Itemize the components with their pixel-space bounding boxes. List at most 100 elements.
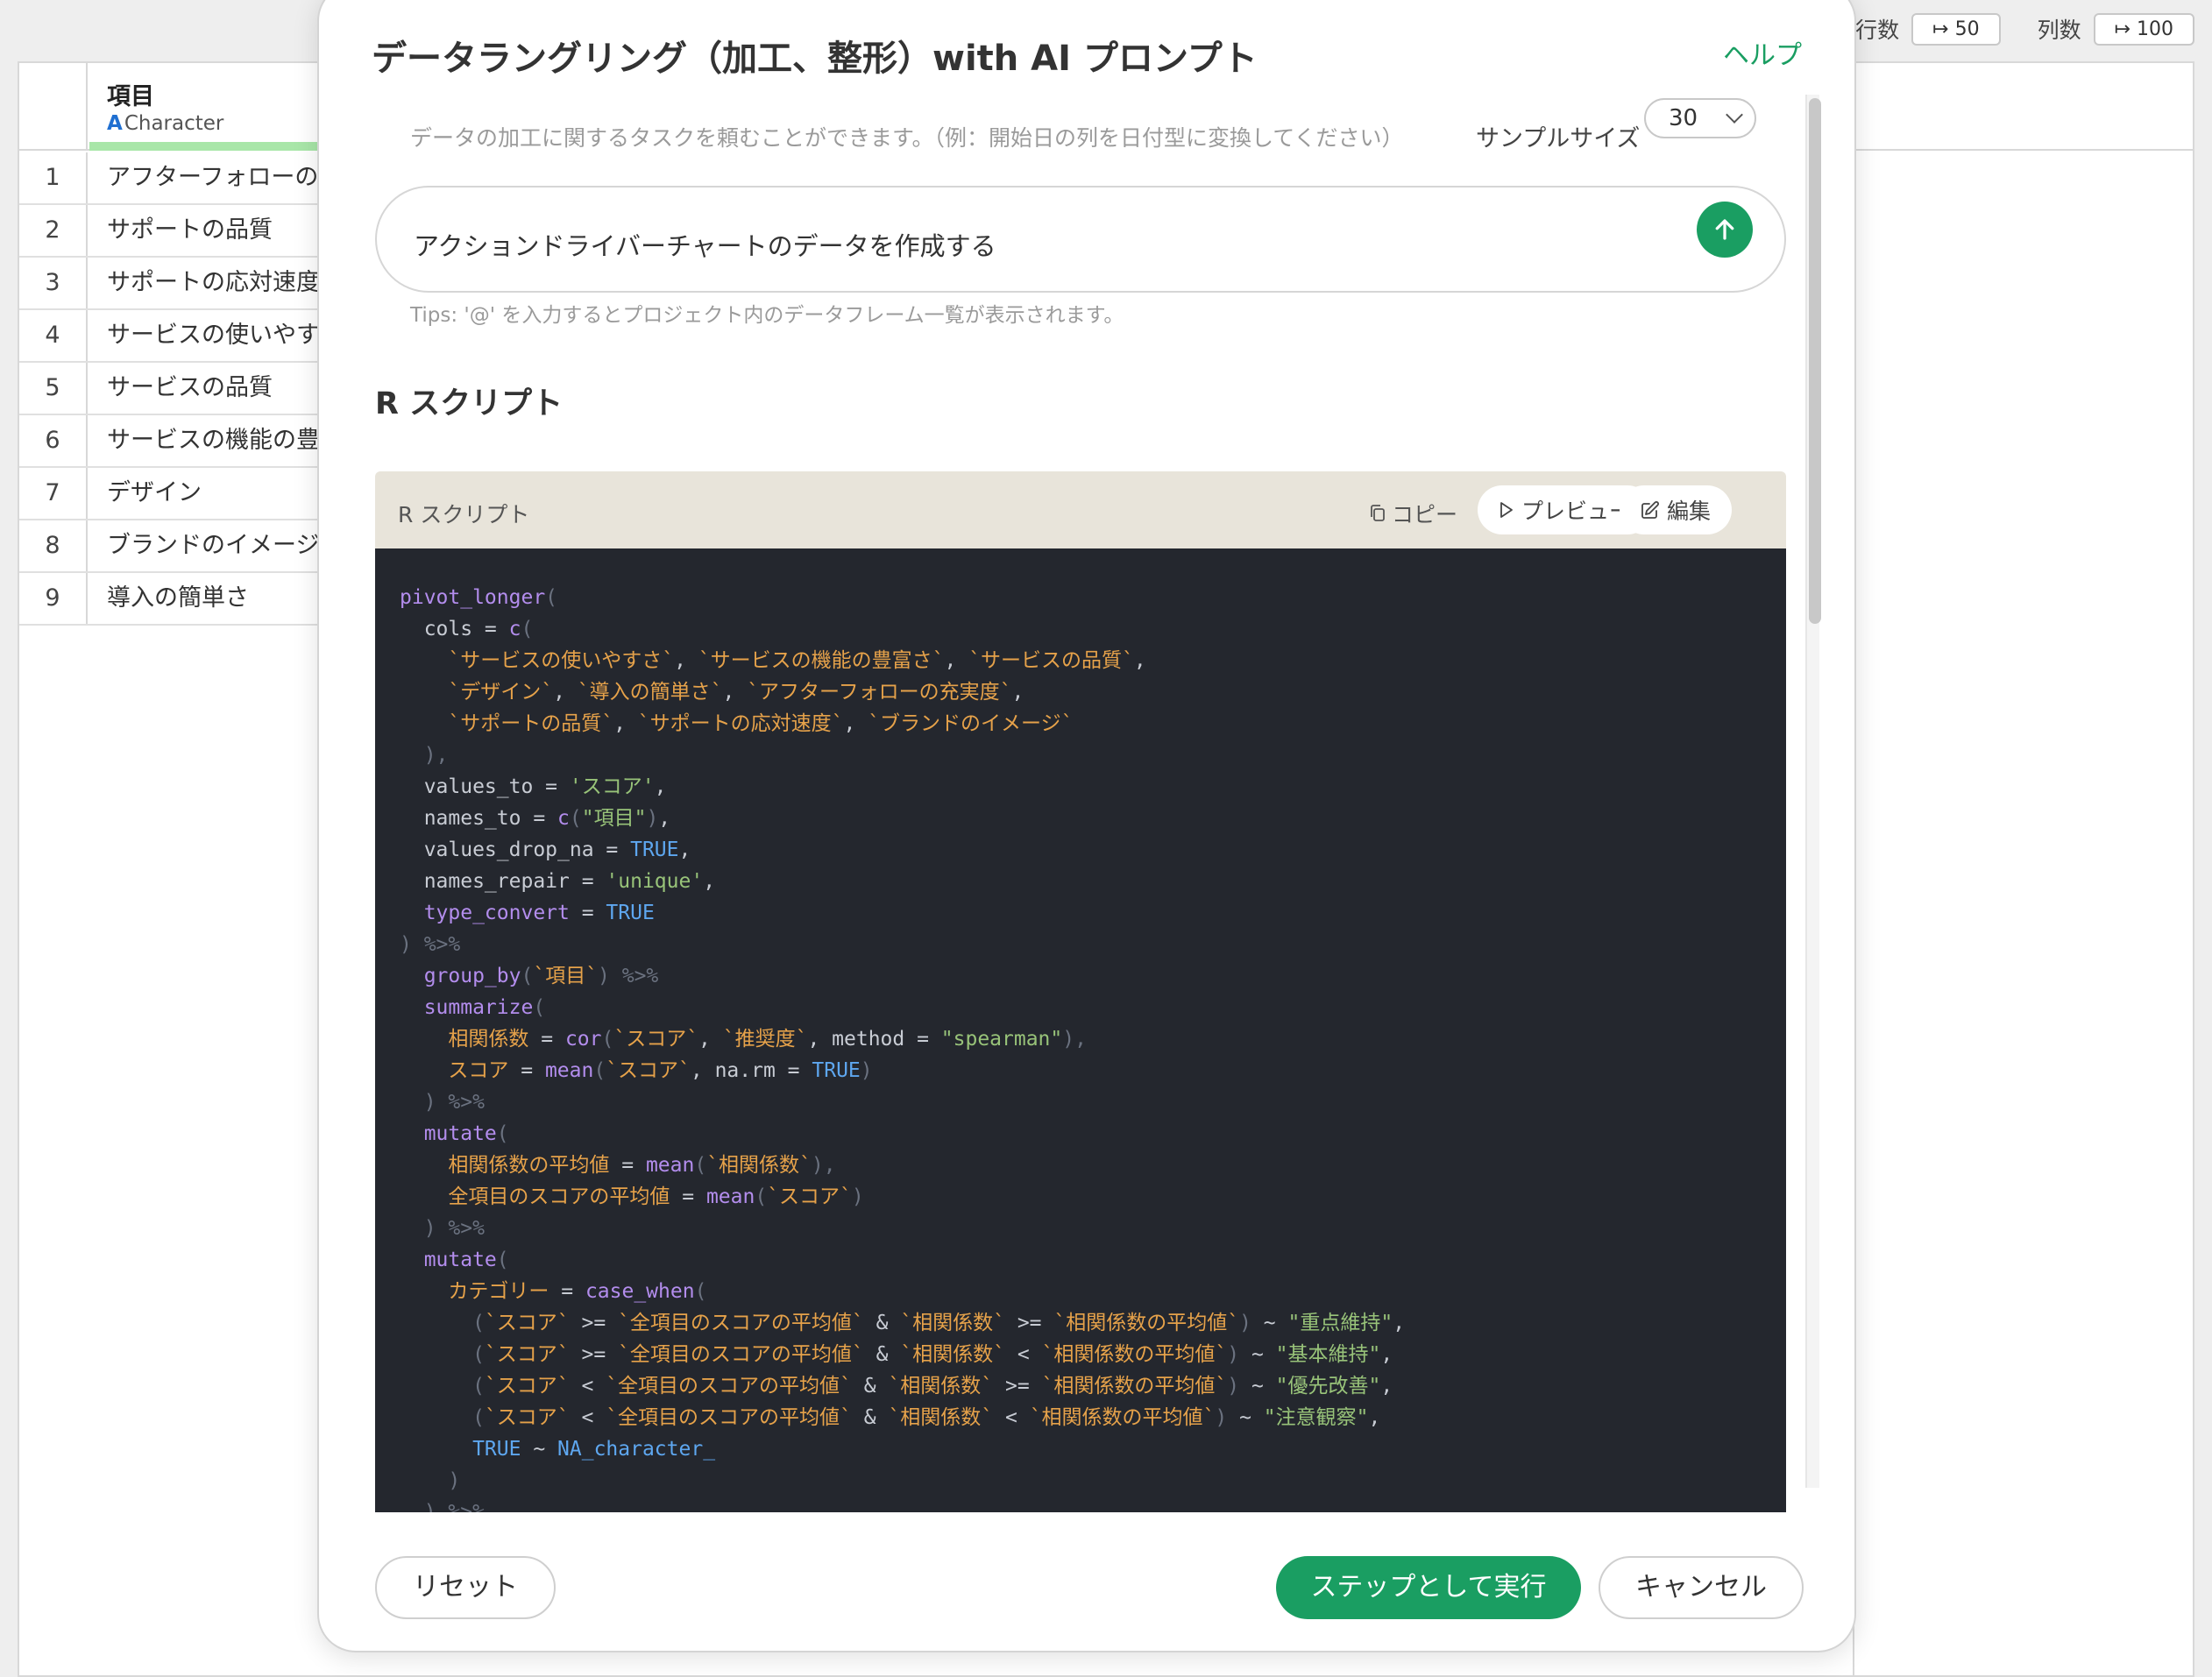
dialog-scrollbar[interactable] xyxy=(1805,95,1821,1488)
code-token: ( xyxy=(694,1154,707,1177)
cancel-button[interactable]: キャンセル xyxy=(1599,1556,1804,1619)
code-token: "重点維持" xyxy=(1287,1312,1393,1334)
code-token: = xyxy=(569,902,606,924)
code-token: mean xyxy=(544,1059,594,1082)
code-editor[interactable]: pivot_longer( cols = c( `サービスの使いやすさ`, `サ… xyxy=(375,548,1786,1512)
column-type: ACharacter xyxy=(107,112,223,135)
code-token: ( xyxy=(755,1185,768,1208)
code-token: `サポートの応対速度` xyxy=(637,712,844,735)
code-line: mutate( xyxy=(400,1118,1786,1150)
code-token: c xyxy=(557,807,570,830)
reset-button[interactable]: リセット xyxy=(375,1556,556,1619)
arrow-up-icon xyxy=(1715,219,1734,240)
edit-button[interactable]: 編集 xyxy=(1620,485,1733,534)
code-token: ), xyxy=(400,744,449,767)
code-token: , xyxy=(1368,1406,1381,1429)
code-token: , xyxy=(1011,681,1024,704)
code-token: カテゴリー xyxy=(400,1280,549,1303)
code-line: ) %>% xyxy=(400,1086,1786,1118)
code-token: names_repair = xyxy=(400,870,606,893)
table-row[interactable]: 3 サポートの応対速度 xyxy=(19,258,335,310)
table-row[interactable]: 9 導入の簡単さ xyxy=(19,573,335,626)
code-token: `相関係数の平均値` xyxy=(1053,1312,1240,1334)
code-token: TRUE xyxy=(630,838,679,861)
code-token: `デザイン` xyxy=(448,681,554,704)
code-token: , method = xyxy=(807,1028,941,1051)
code-token: ( xyxy=(545,586,558,609)
code-token: スコア xyxy=(400,1059,509,1082)
cell-value[interactable]: デザイン xyxy=(107,468,202,519)
table-row[interactable]: 6 サービスの機能の豊 xyxy=(19,415,335,468)
cell-value[interactable]: サービスの品質 xyxy=(107,363,273,414)
code-line: 相関係数 = cor(`スコア`, `推奨度`, method = "spear… xyxy=(400,1023,1786,1055)
table-row[interactable]: 1 アフターフォローの xyxy=(19,152,335,205)
chevron-down-icon xyxy=(1726,106,1743,124)
row-number: 1 xyxy=(19,152,88,203)
code-token: , xyxy=(1380,1343,1393,1366)
prompt-input[interactable]: アクションドライバーチャートのデータを作成する xyxy=(375,186,1786,293)
code-token: `スコア` xyxy=(613,1028,699,1051)
sample-size-select[interactable]: 30 xyxy=(1644,98,1756,138)
code-token: 'unique' xyxy=(606,870,704,893)
code-token: `サポートの品質` xyxy=(448,712,614,735)
index-column-header xyxy=(19,63,88,151)
code-token: `ブランドのイメージ` xyxy=(868,712,1074,735)
code-line: group_by(`項目`) %>% xyxy=(400,960,1786,992)
code-token: mean xyxy=(705,1185,755,1208)
code-token: ( xyxy=(521,965,534,987)
code-token: mean xyxy=(645,1154,695,1177)
code-token: & xyxy=(851,1406,889,1429)
code-line: names_repair = 'unique', xyxy=(400,866,1786,897)
code-line: 全項目のスコアの平均値 = mean(`スコア`) xyxy=(400,1181,1786,1213)
table-row[interactable]: 2 サポートの品質 xyxy=(19,205,335,258)
cell-value[interactable]: ブランドのイメージ xyxy=(107,520,319,571)
play-icon xyxy=(1500,502,1513,518)
cell-value[interactable]: サービスの機能の豊 xyxy=(107,415,320,466)
code-token: cols = xyxy=(400,618,509,640)
code-token: "spearman" xyxy=(940,1028,1063,1051)
code-token: ( xyxy=(694,1280,707,1303)
code-token: `相関係数` xyxy=(900,1312,1005,1334)
code-token: `相関係数の平均値` xyxy=(1041,1343,1228,1366)
code-token: ~ xyxy=(521,1438,558,1461)
table-row[interactable]: 4 サービスの使いやす xyxy=(19,310,335,363)
cell-value[interactable]: 導入の簡単さ xyxy=(107,573,249,624)
column-name[interactable]: 項目 xyxy=(107,77,154,111)
code-token: "注意観察" xyxy=(1263,1406,1369,1429)
code-token: "項目" xyxy=(581,807,647,830)
code-token: ) xyxy=(851,1185,864,1208)
rows-count-input[interactable]: ↦ 50 xyxy=(1911,12,2001,46)
sample-size-value: 30 xyxy=(1669,105,1698,131)
scrollbar-thumb[interactable] xyxy=(1809,98,1821,624)
character-type-icon: A xyxy=(107,112,123,135)
code-line: TRUE ~ NA_character_ xyxy=(400,1433,1786,1465)
help-link[interactable]: ヘルプ xyxy=(1723,33,1802,72)
code-token: ) xyxy=(1239,1312,1251,1334)
table-row[interactable]: 5 サービスの品質 xyxy=(19,363,335,415)
code-token: `全項目のスコアの平均値` xyxy=(618,1312,864,1334)
code-token: 全項目のスコアの平均値 xyxy=(400,1185,670,1208)
code-token: , xyxy=(613,712,638,735)
code-token: `相関係数` xyxy=(888,1375,994,1398)
code-token: names_to = xyxy=(400,807,558,830)
code-token: , xyxy=(1133,649,1146,672)
cell-value[interactable]: サポートの品質 xyxy=(107,205,273,256)
code-token: ) %>% xyxy=(400,1217,485,1240)
send-button[interactable] xyxy=(1697,202,1753,258)
code-token: , xyxy=(843,712,868,735)
copy-button[interactable]: コピー xyxy=(1369,498,1457,529)
code-token: 相関係数 xyxy=(400,1028,529,1051)
table-row[interactable]: 8 ブランドのイメージ xyxy=(19,520,335,573)
code-token: & xyxy=(863,1343,901,1366)
cell-value[interactable]: サービスの使いやす xyxy=(107,310,320,361)
cols-count-input[interactable]: ↦ 100 xyxy=(2093,12,2194,46)
cell-value[interactable]: アフターフォローの xyxy=(107,152,318,203)
cell-value[interactable]: サポートの応対速度 xyxy=(107,258,320,308)
code-token: `導入の簡単さ` xyxy=(577,681,723,704)
table-row[interactable]: 7 デザイン xyxy=(19,468,335,520)
run-as-step-button[interactable]: ステップとして実行 xyxy=(1276,1556,1581,1619)
code-token: , xyxy=(722,681,748,704)
code-token: "優先改善" xyxy=(1275,1375,1381,1398)
